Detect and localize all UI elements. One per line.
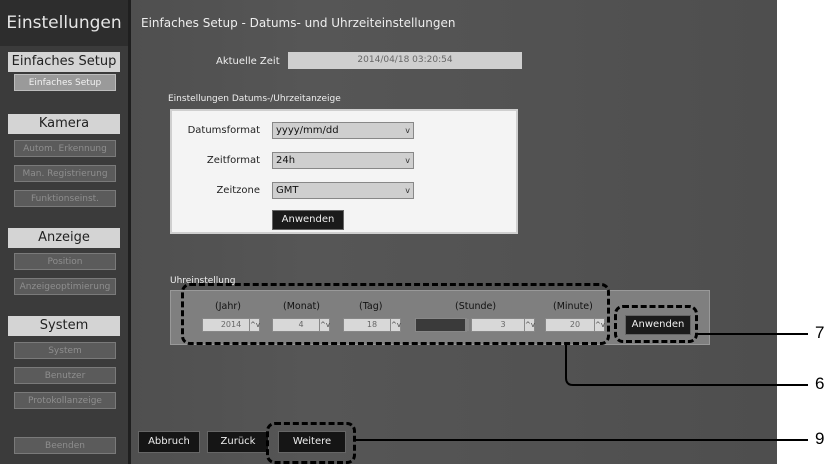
callout-number-apply: 7 — [815, 323, 825, 342]
callout-line-clock — [565, 345, 808, 386]
callout-number-clock: 6 — [815, 374, 825, 393]
callout-number-next: 9 — [815, 429, 825, 448]
callout-lines — [356, 333, 808, 441]
